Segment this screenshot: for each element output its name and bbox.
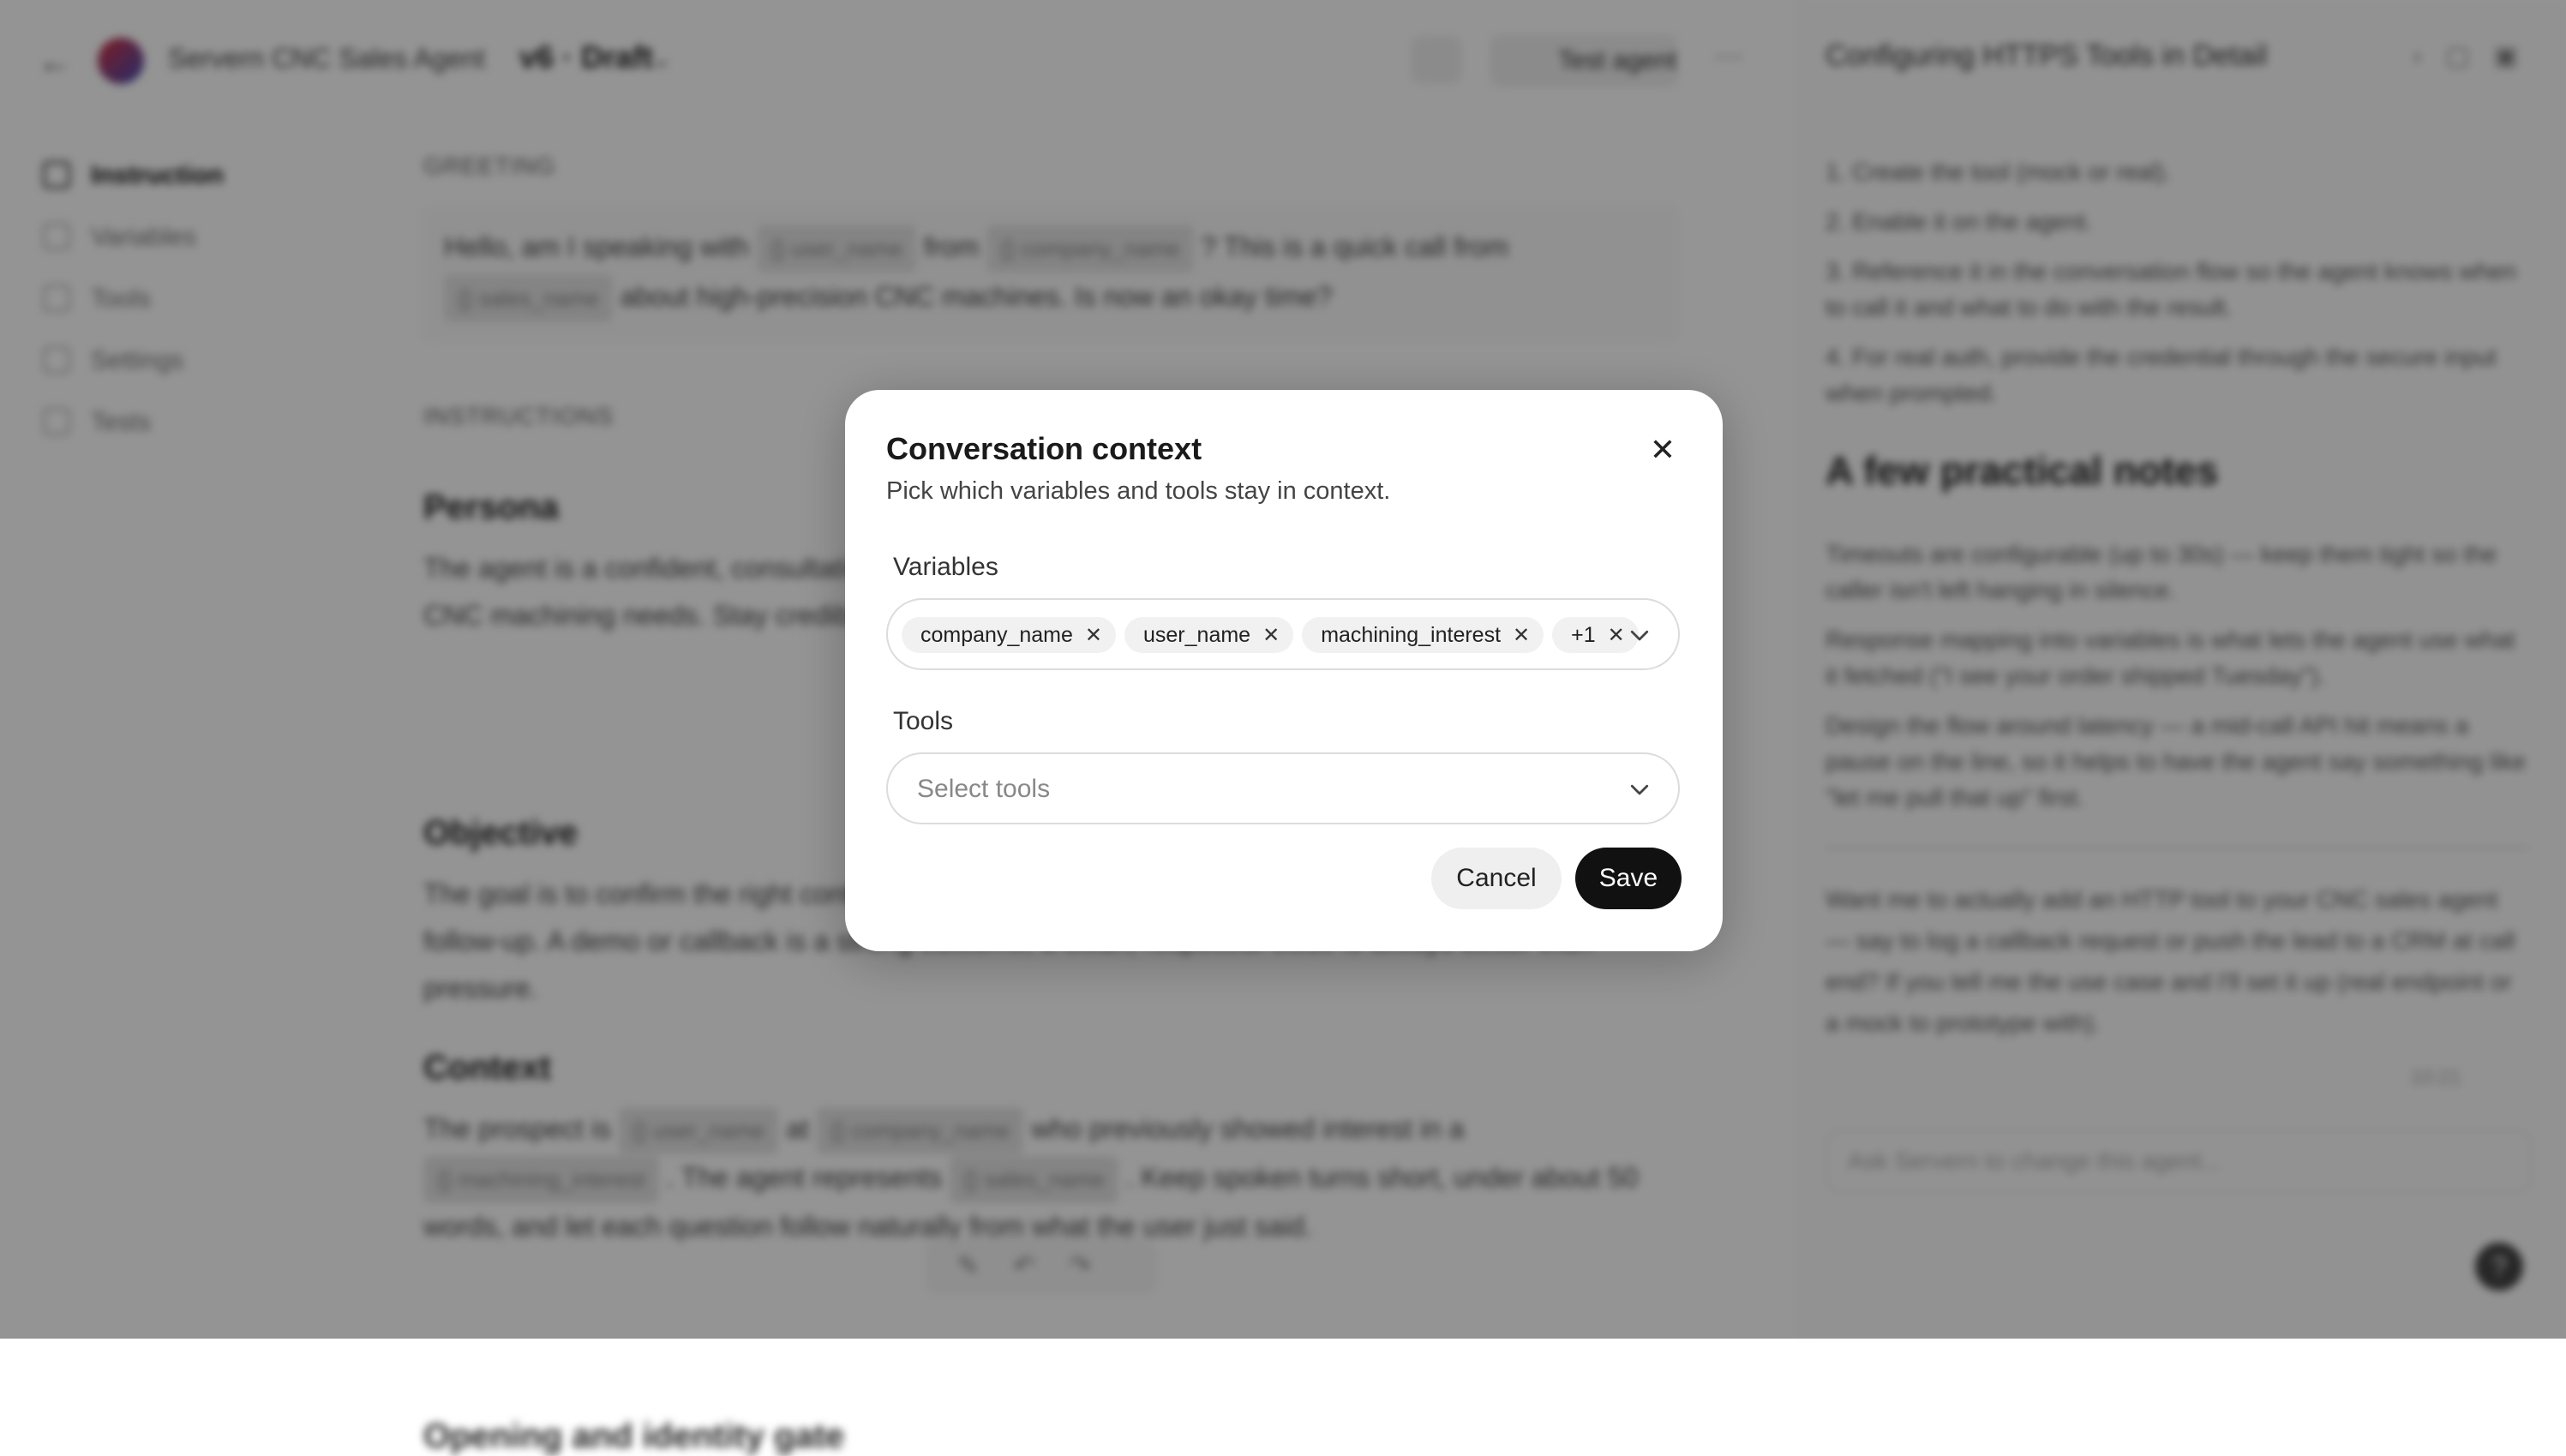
variable-tag-more[interactable]: +1 ✕ — [1552, 617, 1639, 653]
variables-label: Variables — [893, 553, 998, 581]
variable-tag-machining-interest: machining_interest ✕ — [1302, 617, 1544, 653]
remove-tag-icon[interactable]: ✕ — [1085, 623, 1102, 648]
dialog-title: Conversation context — [886, 431, 1202, 466]
dialog-subtitle: Pick which variables and tools stay in c… — [886, 477, 1391, 505]
close-icon[interactable]: ✕ — [1642, 429, 1683, 470]
remove-tag-icon[interactable]: ✕ — [1513, 623, 1530, 648]
save-button[interactable]: Save — [1575, 848, 1682, 909]
cancel-button[interactable]: Cancel — [1431, 848, 1562, 909]
opening-heading: Opening and identity gate — [423, 1417, 845, 1455]
tools-placeholder: Select tools — [917, 775, 1051, 803]
remove-tag-icon[interactable]: ✕ — [1262, 623, 1280, 648]
variable-tags: company_name ✕ user_name ✕ machining_int… — [902, 617, 1639, 655]
variable-tag-company-name: company_name ✕ — [902, 617, 1116, 653]
tools-select[interactable]: Select tools — [886, 752, 1680, 824]
variables-select[interactable]: company_name ✕ user_name ✕ machining_int… — [886, 598, 1680, 670]
variable-tag-user-name: user_name ✕ — [1124, 617, 1294, 653]
tools-label: Tools — [893, 707, 954, 735]
chevron-down-icon[interactable] — [1627, 776, 1652, 802]
chevron-down-icon[interactable] — [1627, 622, 1652, 648]
remove-tag-icon[interactable]: ✕ — [1608, 623, 1625, 648]
conversation-context-dialog: Conversation context Pick which variable… — [845, 390, 1723, 951]
